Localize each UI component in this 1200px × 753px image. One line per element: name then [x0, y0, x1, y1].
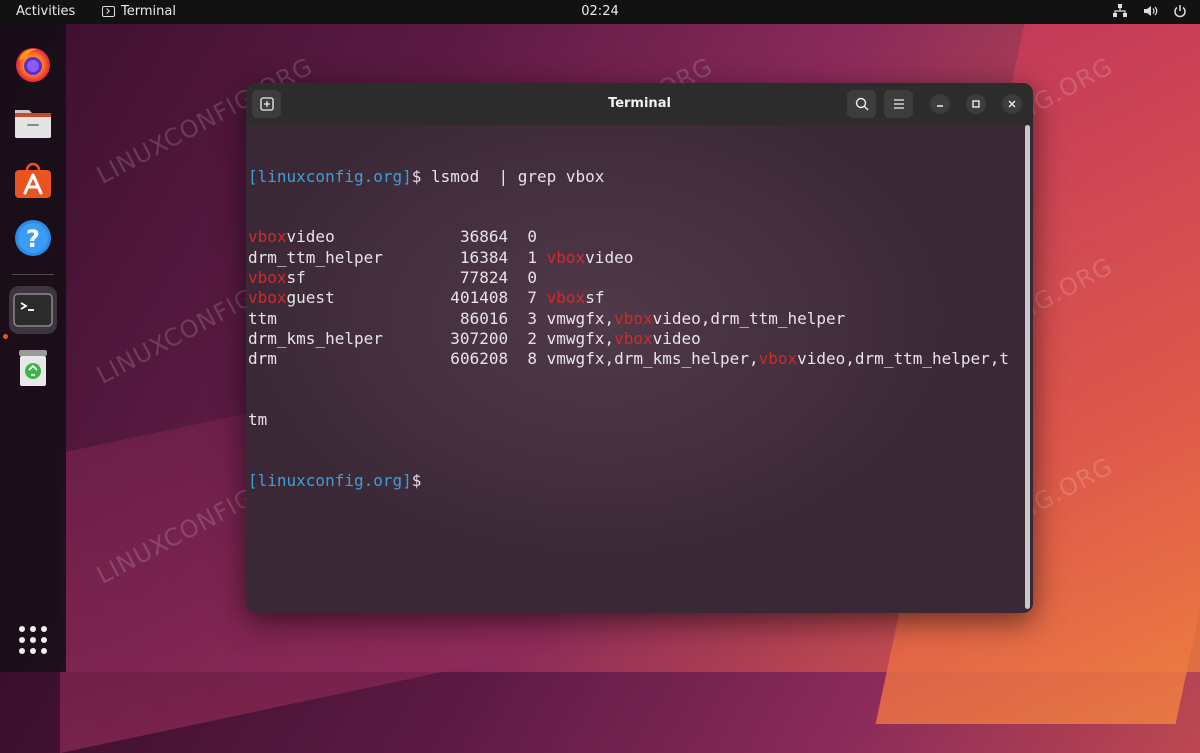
- title-bar[interactable]: Terminal: [246, 83, 1033, 125]
- grep-match: vbox: [546, 288, 586, 308]
- menu-icon: [893, 99, 904, 109]
- module-used-by: vmwgfx,vboxvideo,drm_ttm_helper: [546, 308, 846, 328]
- module-size: 606208: [440, 349, 509, 369]
- module-size: 36864: [440, 227, 509, 247]
- module-size: 77824: [440, 268, 509, 288]
- dock-item-terminal[interactable]: [9, 286, 57, 334]
- dock-item-app-center[interactable]: [9, 156, 57, 204]
- dock-item-files[interactable]: [9, 98, 57, 146]
- command: $ lsmod | grep vbox: [411, 166, 605, 186]
- close-icon: [1008, 100, 1016, 108]
- module-size: 401408: [440, 288, 509, 308]
- module-size: 16384: [440, 247, 509, 267]
- network-icon[interactable]: [1112, 3, 1128, 19]
- terminal-window: Terminal [linuxconfig.org]$ lsmod | grep…: [246, 83, 1033, 613]
- dock-item-trash[interactable]: [9, 344, 57, 392]
- app-center-icon: [15, 162, 51, 198]
- module-row: vboxguest 401408 7 vboxsf: [248, 288, 1009, 308]
- prompt-suffix: $: [411, 471, 422, 491]
- final-prompt-line: [linuxconfig.org]$: [248, 471, 1009, 491]
- maximize-button[interactable]: [966, 94, 986, 114]
- command-line: [linuxconfig.org]$ lsmod | grep vbox: [248, 167, 1009, 187]
- module-row: vboxvideo 36864 0: [248, 227, 1009, 247]
- module-used-count: 8: [527, 349, 538, 369]
- terminal-area[interactable]: [linuxconfig.org]$ lsmod | grep vbox vbo…: [246, 125, 1033, 613]
- minimize-button[interactable]: [930, 94, 950, 114]
- module-size: 307200: [440, 328, 509, 348]
- module-used-by: vmwgfx,vboxvideo: [546, 328, 701, 348]
- grep-match: vbox: [758, 349, 798, 369]
- module-name: vboxsf: [248, 268, 306, 288]
- module-row: ttm 86016 3 vmwgfx,vboxvideo,drm_ttm_hel…: [248, 309, 1009, 329]
- grep-match: vbox: [546, 247, 586, 267]
- module-used-count: 0: [527, 268, 537, 288]
- scrollbar[interactable]: [1025, 125, 1030, 609]
- module-row: vboxsf 77824 0: [248, 268, 1009, 288]
- trash-icon: [19, 350, 47, 386]
- activities-button[interactable]: Activities: [16, 4, 75, 19]
- new-tab-icon: [259, 97, 274, 111]
- module-name: drm: [248, 349, 277, 369]
- running-indicator: [3, 334, 8, 339]
- system-tray[interactable]: [1112, 3, 1188, 19]
- module-used-count: 7: [527, 288, 538, 308]
- grep-match: vbox: [248, 227, 287, 247]
- module-used-by: vboxsf: [546, 288, 605, 308]
- top-bar: Activities Terminal 02:24: [0, 0, 1200, 24]
- terminal-icon: [102, 6, 115, 17]
- power-icon[interactable]: [1172, 3, 1188, 19]
- close-button[interactable]: [1002, 94, 1022, 114]
- grep-match: vbox: [614, 328, 653, 348]
- module-name: drm_kms_helper: [248, 328, 383, 348]
- firefox-icon: [16, 48, 50, 82]
- menu-button[interactable]: [884, 90, 913, 118]
- module-row: drm_kms_helper 307200 2 vmwgfx,vboxvideo: [248, 329, 1009, 349]
- minimize-icon: [937, 105, 943, 107]
- dock-separator: [12, 274, 54, 275]
- terminal-output: [linuxconfig.org]$ lsmod | grep vbox vbo…: [248, 126, 1009, 532]
- dock-item-firefox[interactable]: [9, 40, 57, 88]
- svg-text:?: ?: [26, 225, 40, 253]
- module-name: ttm: [248, 308, 277, 328]
- wrap-line: tm: [248, 410, 268, 430]
- module-used-by: vmwgfx,drm_kms_helper,vboxvideo,drm_ttm_…: [546, 349, 1010, 369]
- clock-container: 02:24: [0, 4, 1200, 19]
- module-size: 86016: [440, 308, 509, 328]
- maximize-icon: [972, 100, 980, 108]
- module-used-by: vboxvideo: [546, 247, 634, 267]
- module-used-count: 3: [527, 308, 538, 328]
- volume-icon[interactable]: [1142, 3, 1158, 19]
- module-used-count: 2: [527, 328, 537, 348]
- module-name: vboxvideo: [248, 227, 335, 247]
- new-tab-button[interactable]: [252, 90, 281, 118]
- prompt: [linuxconfig.org]: [248, 471, 412, 491]
- grep-match: vbox: [248, 288, 287, 308]
- search-icon: [855, 97, 868, 111]
- prompt: [linuxconfig.org]: [248, 166, 412, 186]
- module-used-count: 1: [527, 247, 537, 267]
- dock-item-help[interactable]: ?: [9, 214, 57, 262]
- window-title: Terminal: [608, 96, 671, 111]
- dock: ?: [0, 24, 66, 672]
- module-used-count: 0: [527, 227, 538, 247]
- app-menu[interactable]: Terminal: [102, 4, 176, 19]
- app-menu-label: Terminal: [121, 4, 176, 19]
- module-row: drm 606208 8 vmwgfx,drm_kms_helper,vboxv…: [248, 349, 1009, 369]
- terminal-icon: [13, 293, 53, 327]
- show-apps-icon: [19, 626, 47, 654]
- module-name: drm_ttm_helper: [248, 247, 383, 267]
- module-row: drm_ttm_helper 16384 1 vboxvideo: [248, 248, 1009, 268]
- search-button[interactable]: [847, 90, 876, 118]
- files-icon: [15, 110, 51, 138]
- grep-match: vbox: [614, 308, 653, 328]
- output-rows: vboxvideo 36864 0 drm_ttm_helper 16384 1 …: [248, 227, 1009, 369]
- clock[interactable]: 02:24: [581, 4, 618, 19]
- show-apps-button[interactable]: [9, 616, 57, 664]
- module-name: vboxguest: [248, 288, 335, 308]
- grep-match: vbox: [248, 268, 287, 288]
- help-icon: ?: [15, 220, 51, 256]
